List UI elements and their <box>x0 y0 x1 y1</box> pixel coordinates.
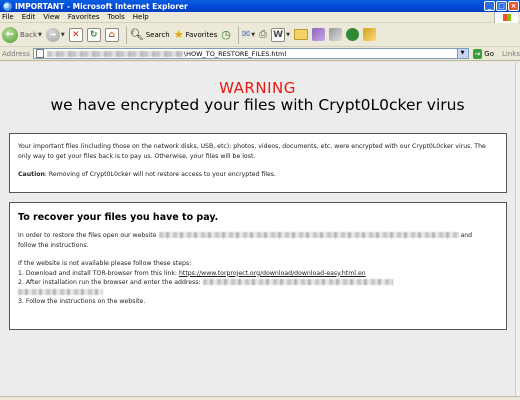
maximize-button[interactable]: □ <box>496 1 507 11</box>
forward-arrow-icon: → <box>45 27 60 42</box>
page-content: WARNING we have encrypted your files wit… <box>0 62 515 396</box>
step-3: 3. Follow the instructions on the websit… <box>18 298 146 305</box>
restore-and: and <box>460 232 473 239</box>
caution-text: : Removing of Crypt0L0cker will not rest… <box>44 171 276 178</box>
tor-download-link[interactable]: https://www.torproject.org/download/down… <box>179 270 366 277</box>
caution-paragraph: Caution: Removing of Crypt0L0cker will n… <box>18 170 498 180</box>
mail-button[interactable]: ✉ ▼ <box>242 29 255 40</box>
discuss-icon[interactable] <box>345 28 359 41</box>
favorites-label: Favorites <box>185 30 218 39</box>
address-input[interactable]: \HOW_TO_RESTORE_FILES.html ▼ <box>32 48 469 59</box>
page-icon <box>35 49 44 58</box>
minimize-button[interactable]: _ <box>484 1 495 11</box>
internet-explorer-icon <box>3 0 12 11</box>
print-icon[interactable]: ⎙ <box>259 29 267 40</box>
search-button[interactable]: 🔍︎ Search <box>130 28 170 41</box>
mail-icon: ✉ <box>241 29 251 40</box>
restore-follow: follow the instructions. <box>18 241 89 249</box>
home-icon[interactable]: ⌂ <box>104 27 119 42</box>
tools-icon[interactable] <box>362 28 376 41</box>
menu-file[interactable]: File <box>2 13 14 21</box>
redacted-onion-address-continued <box>18 288 103 295</box>
restore-text: In order to restore the files open our w… <box>18 232 157 239</box>
if-unavailable: If the website is not available please f… <box>18 260 192 267</box>
back-arrow-icon: ← <box>2 26 18 43</box>
step-2-text: 2. After installation run the browser an… <box>18 279 201 286</box>
warning-heading: WARNING <box>219 79 296 97</box>
redacted-path <box>46 50 183 57</box>
title-bar: IMPORTANT - Microsoft Internet Explorer … <box>0 0 520 12</box>
messenger-icon[interactable] <box>311 28 325 41</box>
refresh-icon[interactable]: ↻ <box>86 27 101 42</box>
forward-button[interactable]: → ▼ <box>45 27 65 42</box>
history-icon[interactable]: ◷ <box>221 28 231 41</box>
redacted-onion-address <box>202 279 393 285</box>
forward-dropdown-icon[interactable]: ▼ <box>61 32 65 38</box>
step-2: 2. After installation run the browser an… <box>18 278 498 288</box>
menu-edit[interactable]: Edit <box>22 13 36 21</box>
favorites-star-icon: ★ <box>173 28 184 41</box>
windows-logo-icon <box>494 12 518 23</box>
menu-tools[interactable]: Tools <box>108 13 125 21</box>
redacted-website <box>158 232 459 238</box>
recover-title: To recover your files you have to pay. <box>18 212 219 223</box>
stop-icon[interactable]: ✕ <box>68 27 83 42</box>
search-icon: 🔍︎ <box>129 28 144 41</box>
edit-icon: W <box>271 27 286 42</box>
search-label: Search <box>145 30 170 39</box>
address-label: Address <box>2 49 30 58</box>
go-arrow-icon[interactable]: → <box>472 48 483 59</box>
back-button[interactable]: ← Back ▼ <box>2 26 42 43</box>
restore-paragraph: In order to restore the files open our w… <box>18 231 498 250</box>
edit-button[interactable]: W ▼ <box>271 27 290 42</box>
folder-icon[interactable] <box>293 29 308 40</box>
vertical-scrollbar[interactable] <box>515 62 520 396</box>
menu-view[interactable]: View <box>43 13 60 21</box>
favorites-button[interactable]: ★ Favorites <box>174 28 218 41</box>
toolbar: ← Back ▼ → ▼ ✕ ↻ ⌂ 🔍︎ Search ★ Favorites… <box>0 23 520 47</box>
back-label: Back <box>20 30 37 39</box>
address-bar: Address \HOW_TO_RESTORE_FILES.html ▼ → G… <box>0 47 520 61</box>
step-2-continued <box>18 288 498 298</box>
go-button[interactable]: Go <box>484 50 494 58</box>
research-icon[interactable] <box>328 28 342 41</box>
edit-dropdown-icon[interactable]: ▼ <box>286 32 290 38</box>
back-dropdown-icon[interactable]: ▼ <box>38 32 42 38</box>
address-dropdown-icon[interactable]: ▼ <box>456 49 468 58</box>
menu-bar: File Edit View Favorites Tools Help <box>0 12 520 23</box>
status-bar <box>0 396 520 400</box>
mail-dropdown-icon[interactable]: ▼ <box>251 32 255 38</box>
step-1-text: 1. Download and install TOR-browser from… <box>18 269 179 277</box>
notice-box: Your important files (including those on… <box>9 133 507 193</box>
step-1: 1. Download and install TOR-browser from… <box>18 269 498 279</box>
toolbar-separator <box>125 25 127 44</box>
close-button[interactable]: × <box>508 1 519 11</box>
toolbar-separator <box>237 25 239 44</box>
headline: we have encrypted your files with Crypt0… <box>50 96 465 114</box>
notice-paragraph: Your important files (including those on… <box>18 143 486 160</box>
caution-label: Caution <box>18 171 45 178</box>
recover-box: To recover your files you have to pay. I… <box>9 202 507 330</box>
menu-favorites[interactable]: Favorites <box>68 13 100 21</box>
address-url: \HOW_TO_RESTORE_FILES.html <box>183 49 287 58</box>
links-button[interactable]: Links <box>502 50 520 58</box>
window-title: IMPORTANT - Microsoft Internet Explorer <box>15 1 188 11</box>
menu-help[interactable]: Help <box>133 13 149 21</box>
